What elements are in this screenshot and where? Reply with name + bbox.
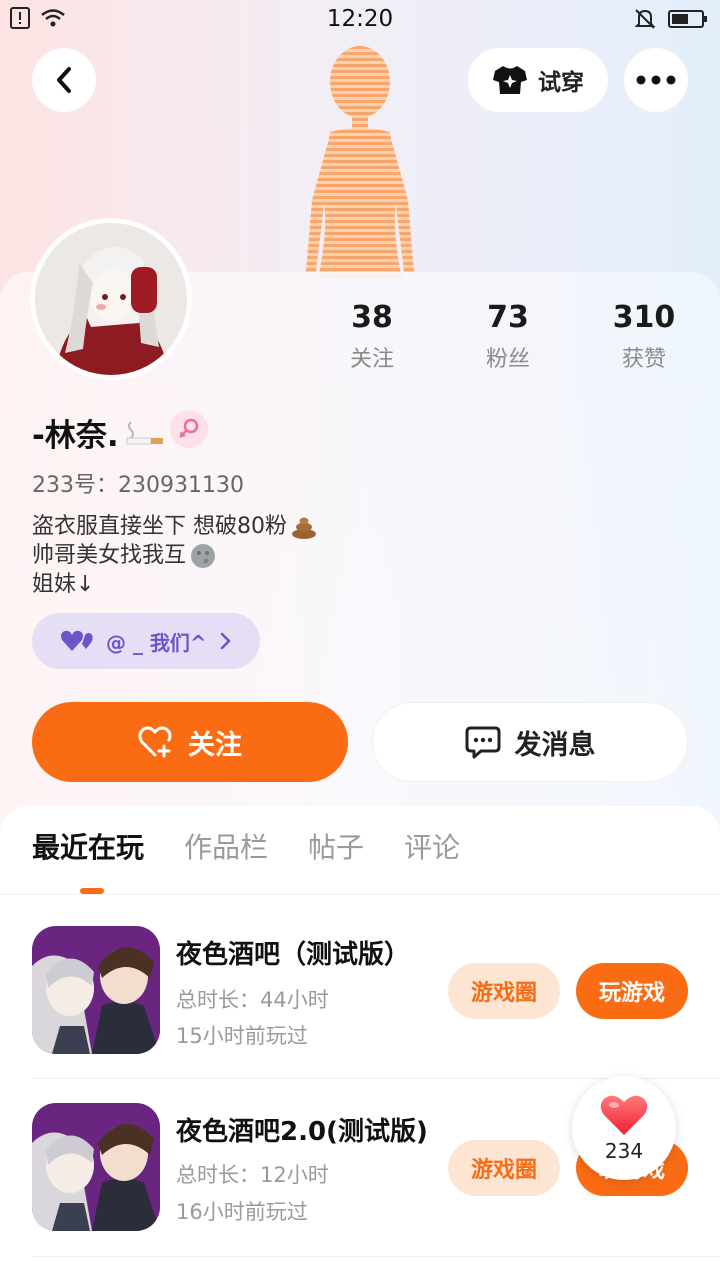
mute-bell-icon xyxy=(634,8,656,34)
likes-label: 获赞 xyxy=(621,347,666,372)
female-icon xyxy=(179,418,199,438)
row-divider xyxy=(32,1256,720,1257)
tab-works[interactable]: 作品栏 xyxy=(184,826,268,866)
group-link[interactable]: @ _ 我们^ xyxy=(32,613,260,669)
hearts-icon xyxy=(61,630,93,651)
battery-icon xyxy=(668,9,708,33)
following-count: 38 xyxy=(351,300,393,335)
heart-plus-icon xyxy=(138,726,172,758)
tab-comments[interactable]: 评论 xyxy=(404,826,460,866)
game-name: 夜色酒吧2.0(测试版) xyxy=(176,1117,428,1147)
play-game-button[interactable]: 玩游戏 xyxy=(576,963,688,1019)
followers-count: 73 xyxy=(487,300,529,335)
tab-recently-played[interactable]: 最近在玩 xyxy=(32,826,144,866)
status-time: 12:20 xyxy=(326,6,394,32)
tab-posts[interactable]: 帖子 xyxy=(308,826,364,866)
tabs-divider xyxy=(0,894,720,895)
poop-emoji-icon xyxy=(292,517,316,539)
game-last-played: 15小时前玩过 xyxy=(176,1024,308,1048)
game-row[interactable]: 夜色酒吧（测试版） 总时长：44小时 15小时前玩过 游戏圈 玩游戏 xyxy=(0,926,720,1102)
bio-line-1: 盗衣服直接坐下 想破80粉 xyxy=(32,514,287,539)
heart-icon xyxy=(600,1095,648,1135)
follow-label: 关注 xyxy=(188,729,242,761)
more-button[interactable] xyxy=(624,48,688,112)
female-gender-badge xyxy=(170,410,208,448)
following-label: 关注 xyxy=(349,347,394,372)
game-duration: 总时长：12小时 xyxy=(176,1163,329,1187)
game-icon[interactable] xyxy=(32,1103,160,1231)
followers-label: 粉丝 xyxy=(485,347,530,372)
chevron-right-icon xyxy=(220,632,230,650)
game-icon[interactable] xyxy=(32,926,160,1054)
game-duration: 总时长：44小时 xyxy=(176,988,329,1012)
nickname-text: -林奈. xyxy=(32,418,119,454)
chevron-left-icon xyxy=(57,67,71,93)
stat-followers[interactable]: 73 粉丝 xyxy=(448,300,568,373)
nickname: -林奈. xyxy=(32,410,165,455)
status-bar: 12:20 xyxy=(0,0,720,40)
game-circle-button[interactable]: 游戏圈 xyxy=(448,1140,560,1196)
game-last-played: 16小时前玩过 xyxy=(176,1200,308,1224)
like-count: 234 xyxy=(604,1139,644,1163)
stat-following[interactable]: 38 关注 xyxy=(312,300,432,373)
avatar-3d-figure xyxy=(290,40,430,280)
message-label: 发消息 xyxy=(514,729,596,761)
follow-button[interactable]: 关注 xyxy=(32,702,348,782)
profile-tabs: 最近在玩 作品栏 帖子 评论 xyxy=(32,826,460,866)
like-floating-button[interactable]: 234 xyxy=(572,1076,676,1180)
avatar[interactable] xyxy=(30,218,192,380)
chat-bubble-icon xyxy=(465,726,500,759)
user-id: 233号：230931130 xyxy=(32,473,244,498)
bio-line-2: 帅哥美女找我互 xyxy=(32,543,187,568)
likes-count: 310 xyxy=(612,300,676,335)
bio-line-3: 姐妹↓ xyxy=(32,572,95,597)
try-on-button[interactable]: 试穿 xyxy=(468,48,608,112)
back-button[interactable] xyxy=(32,48,96,112)
game-name: 夜色酒吧（测试版） xyxy=(176,940,411,970)
bio: 盗衣服直接坐下 想破80粉 帅哥美女找我互 姐妹↓ xyxy=(32,512,317,599)
message-button[interactable]: 发消息 xyxy=(372,702,688,782)
group-label: @ _ 我们^ xyxy=(106,630,207,655)
cigarette-icon xyxy=(126,420,163,444)
try-on-label: 试穿 xyxy=(538,70,584,96)
more-dots-icon xyxy=(636,75,676,85)
moon-face-icon xyxy=(191,543,216,568)
game-circle-button[interactable]: 游戏圈 xyxy=(448,963,560,1019)
avatar-image xyxy=(35,223,187,375)
tshirt-icon xyxy=(493,66,527,94)
stat-likes[interactable]: 310 获赞 xyxy=(584,300,704,373)
